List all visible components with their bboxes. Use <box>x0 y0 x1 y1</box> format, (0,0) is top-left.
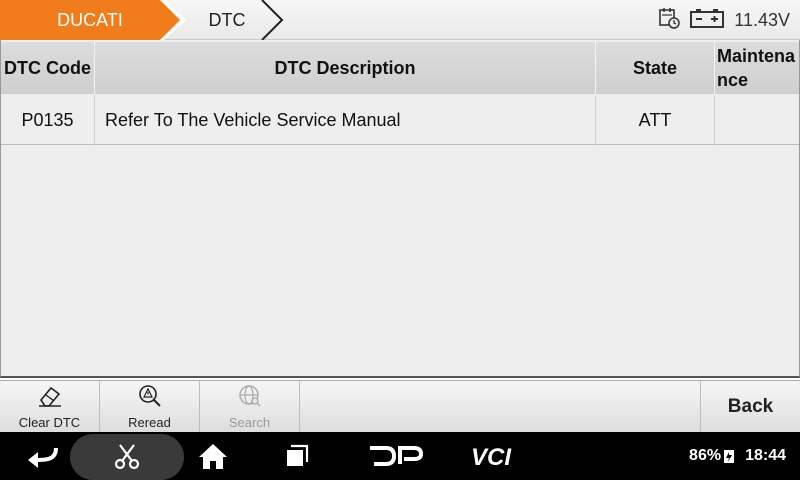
battery-status: 86% <box>689 447 735 465</box>
vci-logo-text: VCI <box>471 444 512 468</box>
back-arrow-icon[interactable] <box>18 432 68 480</box>
column-header-description: DTC Description <box>95 42 596 94</box>
clear-dtc-button[interactable]: Clear DTC <box>0 381 100 433</box>
battery-icon <box>690 7 725 34</box>
reread-button[interactable]: Reread <box>100 381 200 433</box>
system-status: 86% 18:44 <box>689 432 786 480</box>
breadcrumb-item-dtc[interactable]: DTC <box>178 0 276 40</box>
table-header: DTC Code DTC Description State Maintenan… <box>1 42 799 94</box>
recents-icon[interactable] <box>272 432 322 480</box>
dtc-maintenance-cell[interactable] <box>715 95 799 145</box>
home-icon[interactable] <box>188 432 238 480</box>
eraser-icon <box>37 384 63 413</box>
charging-battery-icon <box>724 450 735 463</box>
vci-logo[interactable]: VCI <box>464 432 534 480</box>
globe-search-icon <box>237 384 263 413</box>
magnifier-warning-icon <box>137 384 163 413</box>
dtc-description-cell: Refer To The Vehicle Service Manual <box>95 95 596 145</box>
voltage-readout: 11.43V <box>734 9 790 30</box>
clear-dtc-label: Clear DTC <box>18 415 81 430</box>
breadcrumb: DUCATI DTC <box>0 0 290 40</box>
dtc-state-cell: ATT <box>596 95 715 145</box>
table-row[interactable]: P0135 Refer To The Vehicle Service Manua… <box>1 95 799 145</box>
search-button[interactable]: Search <box>200 381 300 433</box>
dtc-code-cell: P0135 <box>1 95 95 145</box>
breadcrumb-item-make[interactable]: DUCATI <box>0 0 180 40</box>
reread-label: Reread <box>128 415 171 430</box>
column-header-code: DTC Code <box>1 42 95 94</box>
battery-percent: 86% <box>689 447 722 464</box>
scissors-icon[interactable] <box>102 432 152 480</box>
back-button[interactable]: Back <box>700 381 800 433</box>
dtc-table: DTC Code DTC Description State Maintenan… <box>0 40 800 378</box>
column-header-state: State <box>596 42 715 94</box>
system-nav-bar: VCI 86% 18:44 <box>0 432 800 480</box>
top-bar: DUCATI DTC 11.43V <box>0 0 800 40</box>
clock: 18:44 <box>745 447 786 464</box>
column-header-maintenance: Maintenance <box>715 42 799 94</box>
search-label: Search <box>228 415 271 430</box>
status-area: 11.43V <box>658 0 790 40</box>
dp-logo[interactable] <box>360 432 430 480</box>
calendar-clock-icon <box>658 7 681 34</box>
bottom-toolbar: Clear DTC Reread Search Back <box>0 380 800 433</box>
